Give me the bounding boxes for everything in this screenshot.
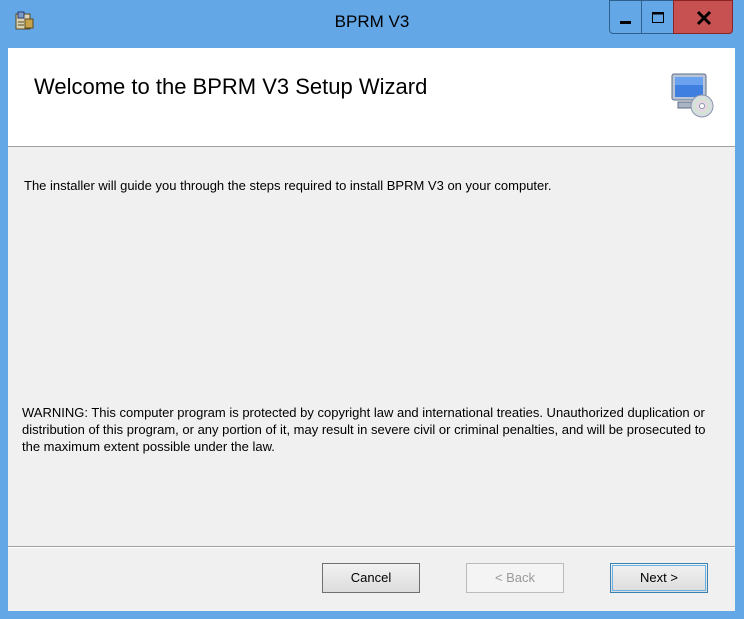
installer-window: BPRM V3 Welcome to the BPRM V3 Setup Wiz… [0,0,744,619]
maximize-icon [652,12,664,23]
cancel-button[interactable]: Cancel [322,563,420,593]
title-bar[interactable]: BPRM V3 [0,0,744,48]
back-button[interactable]: < Back [466,563,564,593]
page-title: Welcome to the BPRM V3 Setup Wizard [34,74,428,99]
close-icon [696,10,712,26]
wizard-client-area: Welcome to the BPRM V3 Setup Wizard The … [8,48,735,611]
computer-cd-icon [671,73,714,118]
footer-divider [8,546,735,548]
maximize-button[interactable] [641,0,673,34]
copyright-warning: WARNING: This computer program is protec… [22,405,706,454]
wizard-banner: Welcome to the BPRM V3 Setup Wizard [8,48,735,147]
next-button[interactable]: Next > [610,563,708,593]
minimize-icon [620,21,631,24]
close-button[interactable] [673,0,733,34]
minimize-button[interactable] [609,0,641,34]
intro-text: The installer will guide you through the… [24,178,552,193]
